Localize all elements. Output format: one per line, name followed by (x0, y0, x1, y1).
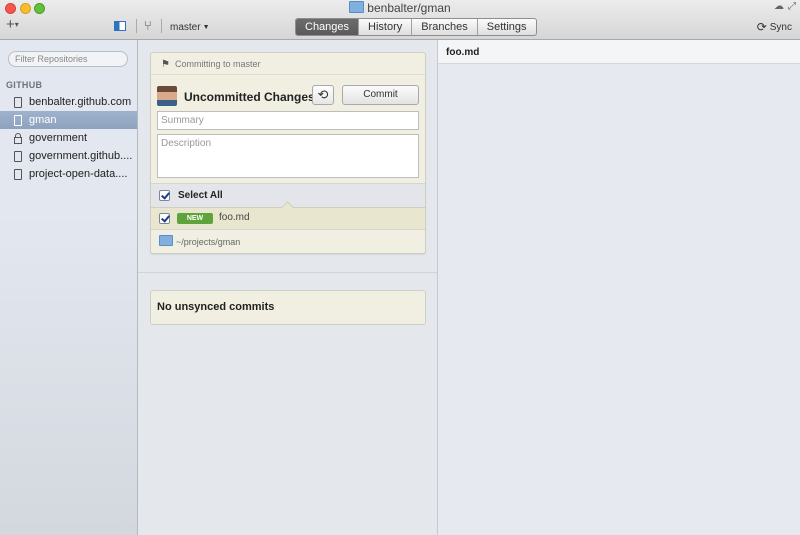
view-tabs: Changes History Branches Settings (295, 18, 537, 36)
sidebar-group-heading: GITHUB (6, 80, 43, 90)
sidebar-item-label: project-open-data.... (29, 168, 128, 180)
sidebar-item-label: benbalter.github.com (29, 96, 132, 108)
tab-branches[interactable]: Branches (411, 19, 476, 35)
file-checkbox[interactable] (159, 213, 170, 224)
list-item[interactable]: NEW foo.md (151, 201, 425, 229)
sidebar-item-gman[interactable]: gman (0, 111, 137, 129)
flag-icon: ⚑ (161, 59, 170, 70)
folder-icon (349, 1, 365, 13)
status-badge: NEW (177, 213, 213, 224)
diff-pane: foo.md (438, 40, 800, 535)
file-name: foo.md (219, 212, 250, 223)
chevron-down-icon: ▾ (14, 20, 19, 29)
select-all-checkbox[interactable] (159, 190, 170, 201)
sidebar-item-government[interactable]: government (0, 129, 137, 147)
select-all-label: Select All (178, 190, 223, 201)
sidebar-toggle-button[interactable] (114, 21, 126, 31)
repo-icon (14, 150, 22, 162)
folder-icon (159, 235, 173, 246)
sidebar-item-label: government.github.... (29, 150, 133, 162)
diff-file-header: foo.md (438, 40, 800, 64)
divider (138, 272, 437, 273)
filter-repositories-input[interactable]: Filter Repositories (8, 51, 128, 67)
avatar (157, 86, 177, 106)
summary-input[interactable]: Summary (157, 111, 419, 130)
repository-list: benbalter.github.com gman government gov… (0, 93, 137, 183)
toolbar-divider (161, 19, 162, 33)
commit-panel: ⚑ Committing to master Uncommitted Change… (150, 52, 426, 254)
sidebar-item-label: gman (29, 114, 57, 126)
description-input[interactable]: Description (157, 134, 419, 178)
sidebar-item-label: government (29, 132, 88, 144)
chevron-down-icon: ▼ (202, 24, 210, 31)
unsynced-commits-panel: No unsynced commits (150, 290, 426, 325)
add-repository-button[interactable]: +▾ (6, 16, 19, 33)
plus-icon: + (6, 16, 15, 33)
toolbar-divider (136, 19, 137, 33)
fullscreen-icon[interactable]: ⤢ (788, 1, 796, 12)
repo-icon (14, 96, 22, 108)
repo-icon (14, 168, 22, 180)
tab-settings[interactable]: Settings (476, 19, 536, 35)
branch-icon: ⑂ (144, 18, 152, 33)
window-corner-controls: ☁ ⤢ (770, 1, 796, 12)
branch-selector[interactable]: master ▼ (170, 22, 210, 33)
repo-icon (14, 114, 22, 126)
sidebar-item-benbalter-github-com[interactable]: benbalter.github.com (0, 93, 137, 111)
committing-to-label: ⚑ Committing to master (151, 53, 425, 75)
sidebar-item-government-github[interactable]: government.github.... (0, 147, 137, 165)
discard-changes-button[interactable]: ⟲ (312, 85, 334, 105)
sidebar-item-project-open-data[interactable]: project-open-data.... (0, 165, 137, 183)
sync-icon: ⟳ (756, 20, 767, 34)
revert-icon: ⟲ (317, 87, 329, 102)
tab-history[interactable]: History (358, 19, 411, 35)
window-title: benbalter/gman (0, 1, 800, 15)
changes-column: ⚑ Committing to master Uncommitted Change… (138, 40, 438, 535)
commit-button[interactable]: Commit (342, 85, 419, 105)
lock-icon (14, 132, 22, 144)
uncommitted-changes-title: Uncommitted Changes (184, 90, 315, 104)
cloud-icon[interactable]: ☁ (774, 1, 784, 12)
path-label: ~/projects/gman (176, 237, 241, 247)
sync-label: Sync (769, 22, 792, 33)
sync-button[interactable]: ⟳ Sync (757, 20, 792, 34)
branch-name: master (170, 22, 201, 33)
repository-sidebar: Filter Repositories GITHUB benbalter.git… (0, 40, 138, 535)
toolbar: benbalter/gman ☁ ⤢ +▾ ⑂ master ▼ Changes H… (0, 0, 800, 40)
tab-changes[interactable]: Changes (296, 19, 359, 35)
repository-path[interactable]: ~/projects/gman (151, 229, 425, 253)
